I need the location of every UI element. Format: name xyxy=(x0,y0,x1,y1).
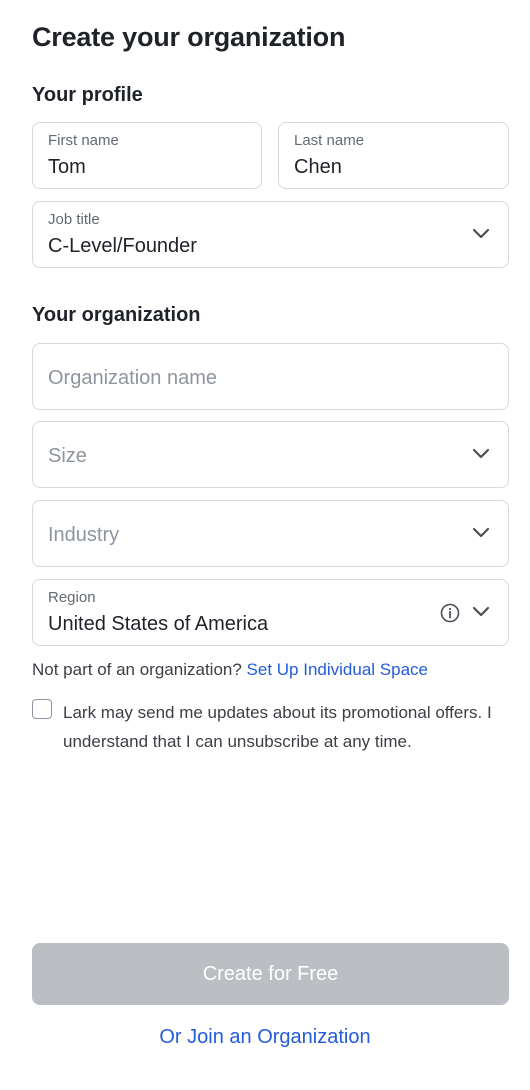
chevron-down-icon[interactable] xyxy=(472,526,490,540)
join-organization-link[interactable]: Or Join an Organization xyxy=(0,1026,530,1049)
region-label: Region xyxy=(48,589,96,606)
individual-space-hint: Not part of an organization? Set Up Indi… xyxy=(32,660,428,680)
region-value: United States of America xyxy=(48,613,269,635)
profile-section-title: Your profile xyxy=(32,84,143,106)
create-for-free-button[interactable]: Create for Free xyxy=(32,943,509,1005)
organization-section-title: Your organization xyxy=(32,304,201,326)
first-name-field[interactable]: First name Tom xyxy=(32,122,262,189)
hint-text: Not part of an organization? xyxy=(32,660,247,679)
promotional-consent-checkbox[interactable] xyxy=(32,699,52,719)
page-title: Create your organization xyxy=(32,22,346,52)
first-name-label: First name xyxy=(48,132,119,149)
chevron-down-icon[interactable] xyxy=(472,447,490,461)
organization-name-placeholder: Organization name xyxy=(48,367,217,389)
last-name-label: Last name xyxy=(294,132,365,149)
organization-name-field[interactable]: Organization name xyxy=(32,343,509,410)
last-name-field[interactable]: Last name Chen xyxy=(278,122,509,189)
set-up-individual-space-link[interactable]: Set Up Individual Space xyxy=(247,660,428,679)
industry-select[interactable]: Industry xyxy=(32,500,509,567)
size-select[interactable]: Size xyxy=(32,421,509,488)
job-title-label: Job title xyxy=(48,211,100,228)
industry-placeholder: Industry xyxy=(48,524,120,546)
info-icon[interactable] xyxy=(440,603,460,623)
size-placeholder: Size xyxy=(48,445,87,467)
first-name-value[interactable]: Tom xyxy=(48,156,86,179)
job-title-value: C-Level/Founder xyxy=(48,235,197,257)
chevron-down-icon[interactable] xyxy=(472,227,490,241)
region-select[interactable]: Region United States of America xyxy=(32,579,509,646)
promotional-consent-text: Lark may send me updates about its promo… xyxy=(63,703,492,751)
last-name-value[interactable]: Chen xyxy=(294,156,342,179)
job-title-select[interactable]: Job title C-Level/Founder xyxy=(32,201,509,268)
chevron-down-icon[interactable] xyxy=(472,605,490,619)
